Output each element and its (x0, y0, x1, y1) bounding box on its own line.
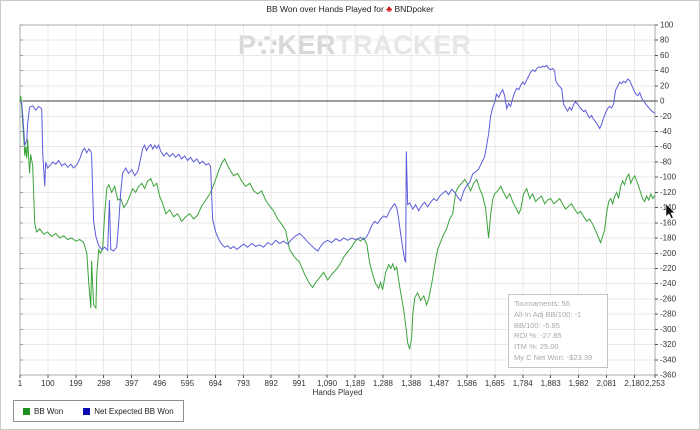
y-tick-label: 100 (660, 21, 674, 30)
stats-line: My C Net Won: -$23.39 (514, 352, 593, 362)
y-tick-label: 60 (660, 51, 669, 60)
y-tick-label: -180 (660, 234, 677, 243)
y-tick-label: -40 (660, 127, 672, 136)
y-tick-label: -260 (660, 294, 677, 303)
x-tick-label: 2,253 (645, 379, 666, 388)
y-tick-label: -300 (660, 325, 677, 334)
x-tick-label: 793 (237, 379, 251, 388)
x-tick-label: 397 (125, 379, 139, 388)
legend-item-bb-won: BB Won (23, 407, 63, 416)
x-tick-label: 1,982 (569, 379, 590, 388)
stats-line: Tournaments: 56 (514, 299, 570, 308)
y-tick-label: -240 (660, 279, 677, 288)
y-tick-label: 80 (660, 36, 669, 45)
y-tick-label: -320 (660, 340, 677, 349)
x-tick-label: 1,487 (429, 379, 450, 388)
stats-line: ITM %: 25.00 (514, 342, 559, 352)
x-axis-label: Hands Played (312, 388, 363, 397)
y-tick-label: -280 (660, 310, 677, 319)
x-tick-label: 595 (181, 379, 195, 388)
y-tick-label: -340 (660, 355, 677, 364)
stats-line: All-In Adj BB/100: -1 (514, 309, 582, 319)
y-tick-label: -160 (660, 218, 677, 227)
x-tick-label: 1,883 (541, 379, 562, 388)
legend-swatch-icon (83, 407, 91, 415)
x-tick-label: 991 (292, 379, 306, 388)
y-tick-label: 20 (660, 81, 669, 90)
y-tick-label: -20 (660, 112, 672, 121)
stats-tooltip: Tournaments: 56 All-In Adj BB/100: -1 BB/1… (508, 294, 608, 368)
x-tick-label: 892 (265, 379, 279, 388)
x-tick-label: 1,388 (401, 379, 422, 388)
x-tick-label: 100 (41, 379, 55, 388)
y-tick-label: 40 (660, 66, 669, 75)
x-tick-label: 694 (209, 379, 223, 388)
x-tick-label: 1,586 (457, 379, 478, 388)
legend-item-net-expected: Net Expected BB Won (83, 406, 174, 416)
y-tick-label: -220 (660, 264, 677, 273)
legend-label: Net Expected BB Won (94, 406, 174, 416)
x-tick-label: 1,288 (373, 379, 394, 388)
x-tick-label: 298 (97, 379, 111, 388)
legend-swatch-icon (23, 407, 30, 415)
y-tick-label: -100 (660, 173, 677, 182)
x-tick-label: 1,784 (513, 379, 534, 388)
x-tick-label: 1 (18, 379, 23, 388)
y-tick-label: -80 (660, 157, 672, 166)
x-tick-label: 496 (153, 379, 167, 388)
stats-line: ROI %: -27.85 (514, 331, 562, 341)
y-tick-label: -60 (660, 142, 672, 151)
net-expected-line (19, 64, 656, 263)
y-tick-label: -120 (660, 188, 677, 197)
stats-line: BB/100: -5.85 (514, 320, 560, 330)
x-tick-label: 1,090 (317, 379, 338, 388)
legend: BB Won Net Expected BB Won (13, 400, 184, 422)
x-tick-label: 1,189 (345, 379, 366, 388)
x-tick-label: 199 (69, 379, 83, 388)
legend-label: BB Won (34, 406, 64, 416)
y-tick-label: 0 (660, 97, 665, 106)
x-tick-label: 2,081 (596, 379, 617, 388)
x-tick-label: 1,685 (485, 379, 506, 388)
x-tick-label: 2,180 (624, 379, 645, 388)
y-tick-label: -200 (660, 249, 677, 258)
